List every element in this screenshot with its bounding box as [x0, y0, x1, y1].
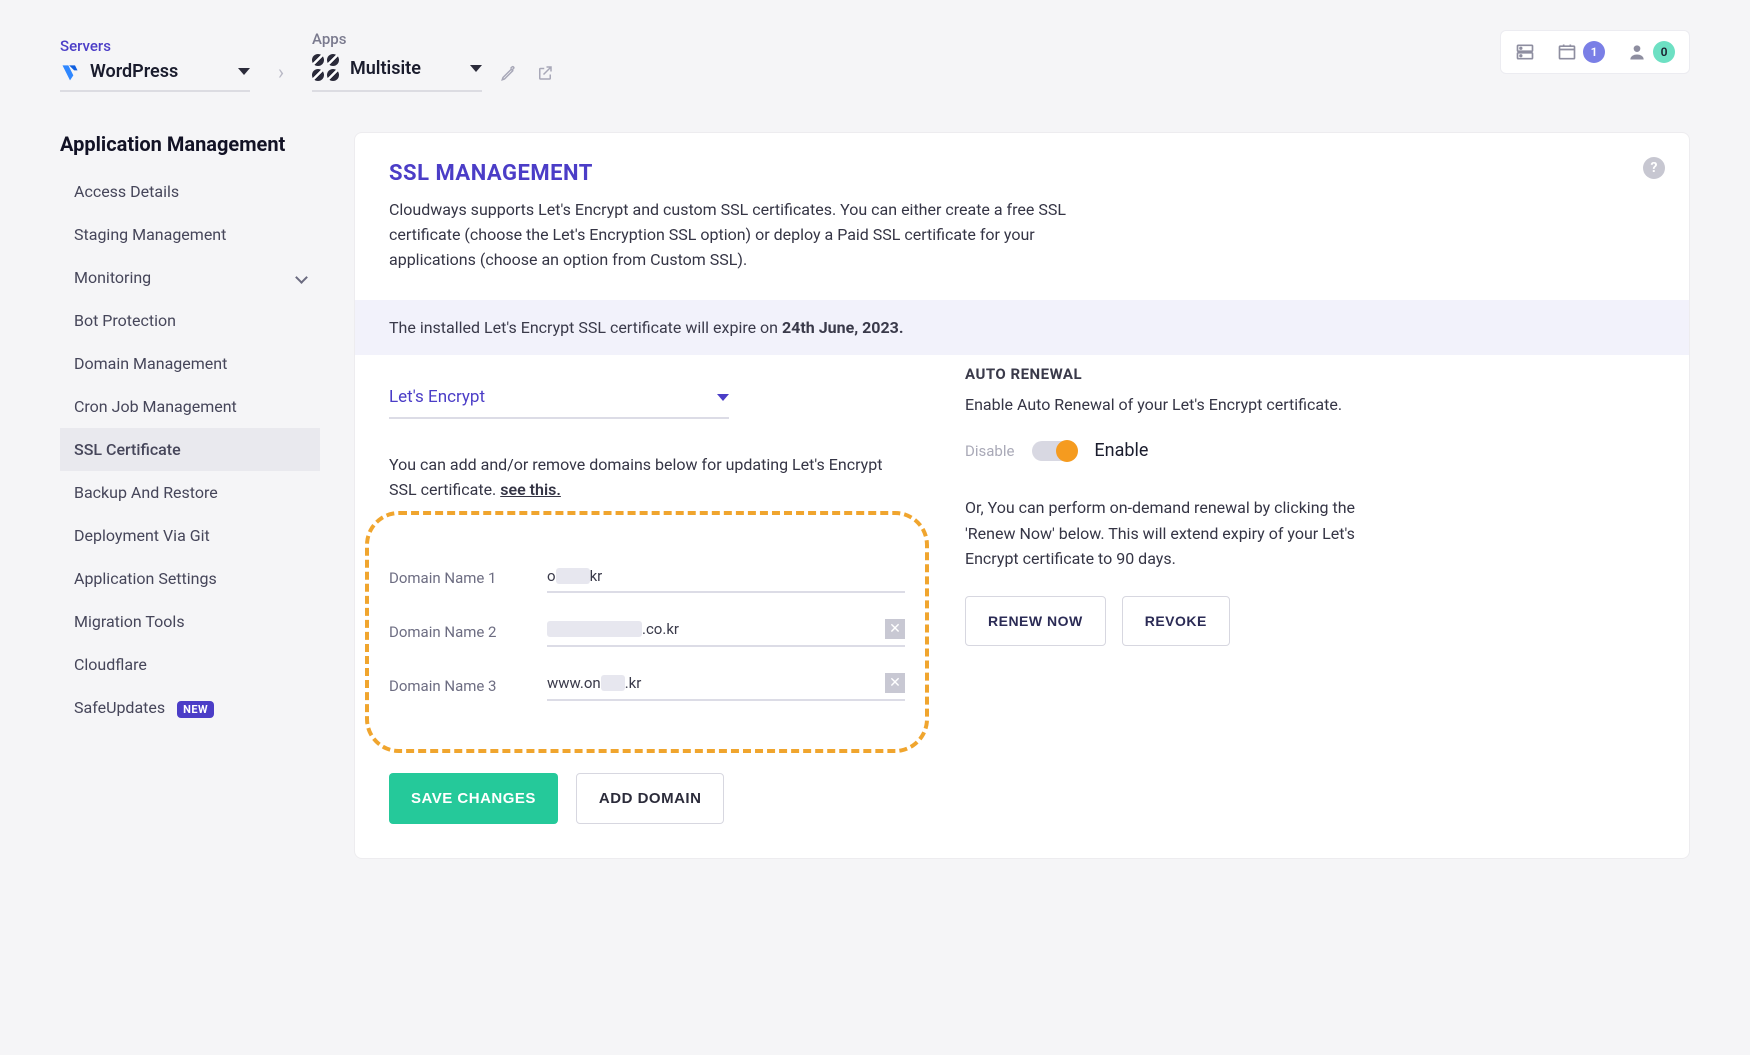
breadcrumb: Servers WordPress › Apps — [60, 30, 554, 92]
sidebar-item-safeupdates[interactable]: SafeUpdates NEW — [60, 686, 320, 729]
revoke-button[interactable]: REVOKE — [1122, 596, 1230, 646]
apps-shortcut[interactable]: 1 — [1557, 41, 1605, 63]
new-badge: NEW — [177, 701, 214, 718]
sidebar-item-staging-management[interactable]: Staging Management — [60, 213, 320, 256]
remove-domain-icon[interactable]: ✕ — [885, 619, 905, 639]
caret-down-icon — [717, 394, 729, 401]
auto-renewal-toggle[interactable] — [1032, 441, 1076, 461]
domain-value-prefix: o — [547, 567, 556, 585]
sidebar-item-migration-tools[interactable]: Migration Tools — [60, 600, 320, 643]
servers-shortcut[interactable] — [1515, 42, 1535, 62]
see-this-link[interactable]: see this. — [500, 480, 561, 499]
sidebar-item-label: Cloudflare — [74, 655, 147, 674]
sidebar-item-label: Deployment Via Git — [74, 526, 210, 545]
chevron-down-icon — [295, 271, 308, 284]
domain-input[interactable]: .co.kr ✕ — [547, 615, 905, 647]
multisite-icon — [312, 54, 340, 82]
sidebar-item-cloudflare[interactable]: Cloudflare — [60, 643, 320, 686]
domain-row: Domain Name 2 .co.kr ✕ — [389, 615, 905, 647]
domain-value-suffix: kr — [590, 567, 603, 585]
sidebar-item-ssl-certificate[interactable]: SSL Certificate — [60, 428, 320, 471]
provider-icon — [60, 62, 80, 82]
add-domain-button[interactable]: ADD DOMAIN — [576, 773, 725, 824]
save-changes-button[interactable]: SAVE CHANGES — [389, 773, 558, 824]
renew-now-button[interactable]: RENEW NOW — [965, 596, 1106, 646]
sidebar-item-label: Cron Job Management — [74, 397, 237, 416]
sidebar-item-label: Access Details — [74, 182, 179, 201]
app-dropdown[interactable]: Multisite — [312, 54, 482, 92]
domain-row: Domain Name 1 o kr — [389, 563, 905, 593]
domain-input[interactable]: www.on .kr ✕ — [547, 669, 905, 701]
server-dropdown[interactable]: WordPress — [60, 61, 250, 92]
domain-value-suffix: .co.kr — [642, 620, 679, 638]
sidebar-item-monitoring[interactable]: Monitoring — [60, 256, 320, 299]
toggle-enable-label: Enable — [1094, 440, 1148, 461]
sidebar-item-label: SafeUpdates — [74, 698, 165, 717]
sidebar-item-backup-restore[interactable]: Backup And Restore — [60, 471, 320, 514]
domain-label: Domain Name 1 — [389, 569, 529, 593]
ssl-type-value: Let's Encrypt — [389, 387, 485, 407]
sidebar-item-cron-job-management[interactable]: Cron Job Management — [60, 385, 320, 428]
caret-down-icon — [470, 65, 482, 72]
domain-row: Domain Name 3 www.on .kr ✕ — [389, 669, 905, 701]
sidebar-item-label: Backup And Restore — [74, 483, 218, 502]
sidebar-item-bot-protection[interactable]: Bot Protection — [60, 299, 320, 342]
sidebar-item-label: Application Settings — [74, 569, 217, 588]
help-icon[interactable]: ? — [1643, 157, 1665, 179]
sidebar-item-label: Staging Management — [74, 225, 226, 244]
sidebar-item-label: Migration Tools — [74, 612, 185, 631]
expiry-bar: The installed Let's Encrypt SSL certific… — [355, 300, 1689, 355]
sidebar-item-deployment-git[interactable]: Deployment Via Git — [60, 514, 320, 557]
sidebar-title: Application Management — [60, 132, 320, 156]
domain-label: Domain Name 2 — [389, 623, 529, 647]
sidebar-item-access-details[interactable]: Access Details — [60, 170, 320, 213]
sidebar-item-label: SSL Certificate — [74, 440, 181, 459]
breadcrumb-separator-icon: › — [274, 60, 288, 92]
sidebar-item-label: Monitoring — [74, 268, 151, 287]
auto-renewal-desc: Enable Auto Renewal of your Let's Encryp… — [965, 393, 1385, 418]
domain-help-text: You can add and/or remove domains below … — [389, 453, 909, 503]
sidebar-item-label: Domain Management — [74, 354, 227, 373]
sidebar-item-domain-management[interactable]: Domain Management — [60, 342, 320, 385]
user-shortcut[interactable]: 0 — [1627, 41, 1675, 63]
open-external-icon[interactable] — [536, 64, 554, 82]
toggle-knob — [1056, 440, 1078, 462]
sidebar-item-label: Bot Protection — [74, 311, 176, 330]
domain-help-body: You can add and/or remove domains below … — [389, 455, 882, 499]
domain-value-suffix: .kr — [625, 674, 642, 692]
expiry-date: 24th June, 2023. — [782, 318, 904, 337]
ssl-type-dropdown[interactable]: Let's Encrypt — [389, 375, 729, 419]
domain-value-prefix: www.on — [547, 674, 601, 692]
apps-label: Apps — [312, 30, 554, 48]
panel-title: SSL MANAGEMENT — [389, 161, 1655, 186]
sidebar-item-application-settings[interactable]: Application Settings — [60, 557, 320, 600]
panel-description: Cloudways supports Let's Encrypt and cus… — [389, 198, 1109, 272]
edit-icon[interactable] — [500, 64, 518, 82]
app-name: Multisite — [350, 58, 421, 79]
user-count-badge: 0 — [1653, 41, 1675, 63]
domain-input[interactable]: o kr — [547, 563, 905, 593]
auto-renewal-title: AUTO RENEWAL — [965, 365, 1385, 383]
domain-label: Domain Name 3 — [389, 677, 529, 701]
redacted-segment — [547, 621, 642, 637]
apps-count-badge: 1 — [1583, 41, 1605, 63]
expiry-text: The installed Let's Encrypt SSL certific… — [389, 318, 782, 337]
redacted-segment — [601, 675, 625, 691]
server-name: WordPress — [90, 61, 178, 82]
renew-description: Or, You can perform on-demand renewal by… — [965, 495, 1385, 572]
toggle-disable-label: Disable — [965, 442, 1014, 460]
domain-list-highlight: Domain Name 1okrDomain Name 2.co.kr✕Doma… — [365, 511, 929, 753]
top-right-tray: 1 0 — [1500, 30, 1690, 74]
remove-domain-icon[interactable]: ✕ — [885, 673, 905, 693]
redacted-segment — [556, 568, 590, 584]
servers-label: Servers — [60, 37, 250, 55]
caret-down-icon — [238, 68, 250, 75]
